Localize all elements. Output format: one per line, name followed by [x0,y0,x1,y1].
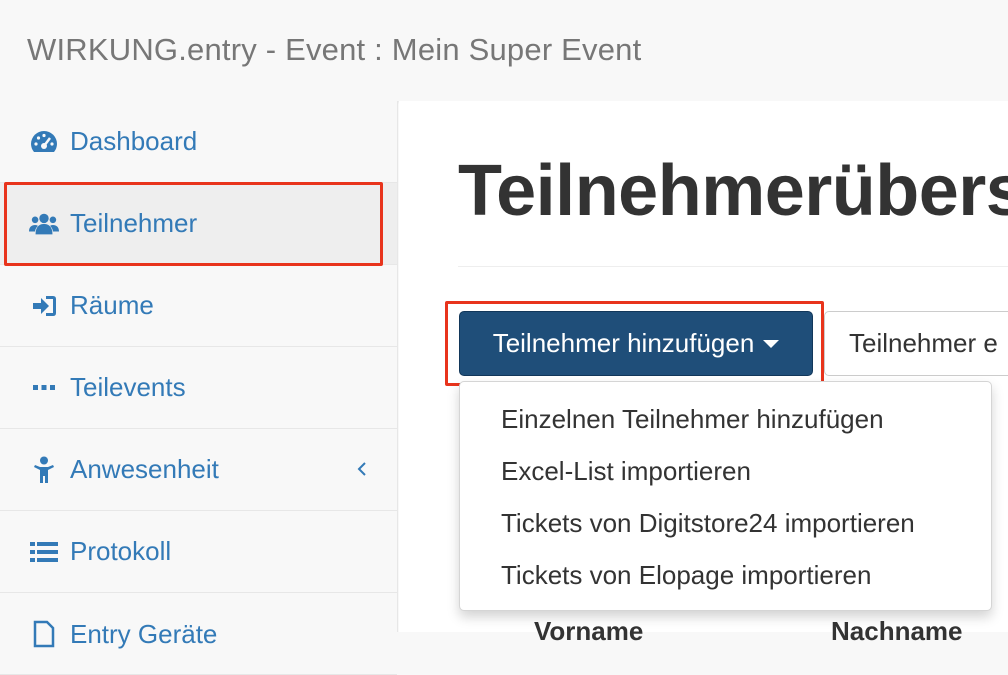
sidebar-item-dashboard[interactable]: Dashboard [0,101,397,183]
sidebar-item-label: Teilevents [70,372,186,402]
sidebar-item-label: Dashboard [70,126,198,156]
menu-item-import-elopage[interactable]: Tickets von Elopage importieren [501,560,871,591]
menu-item-add-single[interactable]: Einzelnen Teilnehmer hinzufügen [501,404,884,435]
page-title: Teilnehmerübers [458,151,1008,231]
sidebar-item-teilnehmer[interactable]: Teilnehmer [0,183,397,265]
ellipsis-icon [29,373,59,403]
add-button-label: Teilnehmer hinzufügen [492,328,755,358]
add-participant-dropdown-button[interactable]: Teilnehmer hinzufügen [459,311,813,376]
sidebar-item-label: Protokoll [70,536,172,566]
list-icon [29,537,59,567]
add-participant-menu: Einzelnen Teilnehmer hinzufügen Excel-Li… [459,381,992,611]
sidebar-item-label: Anwesenheit [70,454,219,484]
app-title[interactable]: WIRKUNG.entry - Event : Mein Super Event [27,32,641,68]
caret-down-icon [763,339,780,348]
sign-in-icon [29,291,59,321]
divider [458,266,1008,267]
sidebar-item-protokoll[interactable]: Protokoll [0,511,397,593]
sidebar-item-entry-geraete[interactable]: Entry Geräte [0,593,397,675]
top-navbar: WIRKUNG.entry - Event : Mein Super Event [0,0,1008,101]
sidebar-item-label: Entry Geräte [70,619,218,649]
sidebar-item-label: Teilnehmer [70,208,198,238]
tachometer-icon [29,127,59,157]
child-icon [29,455,59,485]
file-icon [29,619,59,649]
export-button-label: Teilnehmer e [849,328,998,358]
sidebar-item-raeume[interactable]: Räume [0,265,397,347]
menu-item-import-excel[interactable]: Excel-List importieren [501,456,751,487]
menu-item-import-digistore[interactable]: Tickets von Digitstore24 importieren [501,508,915,539]
export-participants-button[interactable]: Teilnehmer e [824,311,1008,376]
sidebar-item-label: Räume [70,290,154,320]
users-icon [29,209,59,239]
sidebar-item-anwesenheit[interactable]: Anwesenheit [0,429,397,511]
chevron-left-icon[interactable] [352,457,372,481]
sidebar-item-teilevents[interactable]: Teilevents [0,347,397,429]
